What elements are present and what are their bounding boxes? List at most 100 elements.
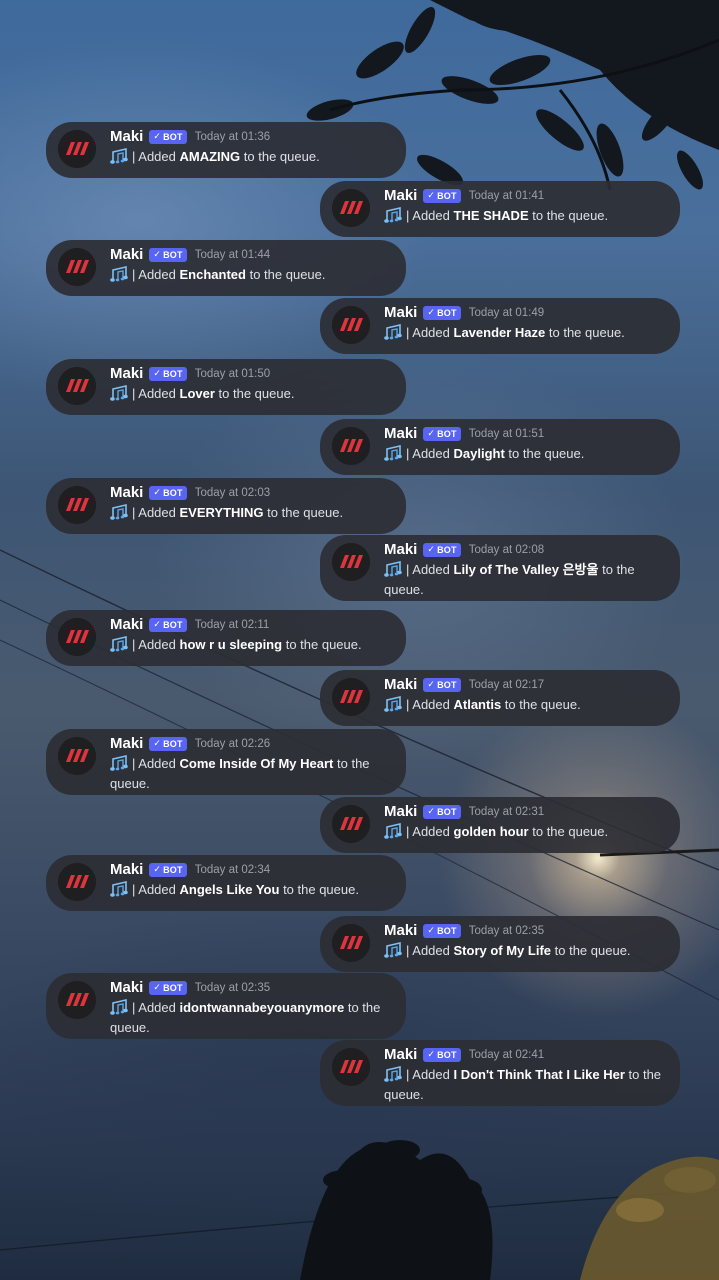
bot-badge-label: BOT (437, 925, 457, 936)
avatar[interactable] (332, 543, 370, 581)
username[interactable]: Maki (384, 676, 417, 693)
maki-logo-icon (58, 618, 96, 656)
avatar[interactable] (332, 427, 370, 465)
chat-message[interactable]: Maki ✓ BOT Today at 02:26 | Added Come Insid… (46, 729, 406, 795)
chat-message[interactable]: Maki ✓ BOT Today at 02:41 | Added I Don't Th… (320, 1040, 680, 1106)
maki-logo-icon (58, 863, 96, 901)
chat-message[interactable]: Maki ✓ BOT Today at 02:03 | Added EVERYTHING… (46, 478, 406, 534)
avatar[interactable] (332, 189, 370, 227)
added-prefix: | Added (132, 756, 176, 771)
song-title: AMAZING (179, 149, 241, 164)
chat-message[interactable]: Maki ✓ BOT Today at 01:44 | Added Enchanted … (46, 240, 406, 296)
username[interactable]: Maki (384, 541, 417, 558)
timestamp: Today at 01:36 (194, 130, 271, 143)
bot-badge: ✓ BOT (149, 485, 187, 500)
chat-message[interactable]: Maki ✓ BOT Today at 02:31 | Added golden hou… (320, 797, 680, 853)
timestamp: Today at 01:51 (468, 427, 545, 440)
avatar[interactable] (332, 678, 370, 716)
bot-badge-label: BOT (163, 619, 183, 630)
username[interactable]: Maki (384, 922, 417, 939)
check-icon: ✓ (153, 982, 162, 992)
username[interactable]: Maki (384, 304, 417, 321)
music-notes-icon (110, 999, 128, 1015)
timestamp: Today at 01:44 (194, 248, 271, 261)
maki-logo-icon (332, 678, 370, 716)
check-icon: ✓ (427, 544, 436, 554)
chat-message[interactable]: Maki ✓ BOT Today at 01:41 | Added THE SHADE … (320, 181, 680, 237)
added-suffix: to the queue. (283, 882, 359, 897)
added-suffix: to the queue. (218, 386, 295, 401)
bot-badge: ✓ BOT (423, 305, 461, 320)
added-prefix: | Added (406, 446, 450, 461)
music-notes-icon (384, 942, 402, 958)
message-header: Maki ✓ BOT Today at 02:34 (110, 861, 270, 878)
chat-message[interactable]: Maki ✓ BOT Today at 02:35 | Added idontwanna… (46, 973, 406, 1039)
message-text: | Added AMAZING to the queue. (110, 147, 392, 167)
avatar[interactable] (58, 618, 96, 656)
avatar[interactable] (58, 367, 96, 405)
bot-badge: ✓ BOT (149, 617, 187, 632)
song-title: Daylight (453, 446, 505, 461)
added-prefix: | Added (132, 1000, 176, 1015)
username[interactable]: Maki (110, 735, 143, 752)
avatar[interactable] (58, 737, 96, 775)
maki-logo-icon (332, 924, 370, 962)
bot-badge: ✓ BOT (423, 426, 461, 441)
added-prefix: | Added (406, 562, 450, 577)
timestamp: Today at 02:35 (194, 981, 271, 994)
message-text: | Added golden hour to the queue. (384, 822, 666, 842)
username[interactable]: Maki (384, 1046, 417, 1063)
avatar[interactable] (58, 248, 96, 286)
chat-message[interactable]: Maki ✓ BOT Today at 01:51 | Added Daylight t… (320, 419, 680, 475)
username[interactable]: Maki (110, 246, 143, 263)
chat-message[interactable]: Maki ✓ BOT Today at 02:17 | Added Atlantis t… (320, 670, 680, 726)
username[interactable]: Maki (110, 484, 143, 501)
chat-message[interactable]: Maki ✓ BOT Today at 02:34 | Added Angels Lik… (46, 855, 406, 911)
check-icon: ✓ (427, 1049, 436, 1059)
added-prefix: | Added (132, 505, 176, 520)
username[interactable]: Maki (384, 803, 417, 820)
check-icon: ✓ (427, 428, 436, 438)
check-icon: ✓ (427, 806, 436, 816)
message-header: Maki ✓ BOT Today at 02:03 (110, 484, 270, 501)
timestamp: Today at 02:11 (194, 618, 270, 631)
music-notes-icon (384, 823, 402, 839)
username[interactable]: Maki (384, 187, 417, 204)
chat-message[interactable]: Maki ✓ BOT Today at 02:35 | Added Story of M… (320, 916, 680, 972)
avatar[interactable] (332, 924, 370, 962)
bot-badge-label: BOT (437, 428, 457, 439)
added-suffix: to the queue. (508, 446, 585, 461)
username[interactable]: Maki (110, 616, 143, 633)
chat-message[interactable]: Maki ✓ BOT Today at 01:49 | Added Lavender H… (320, 298, 680, 354)
maki-logo-icon (58, 130, 96, 168)
message-header: Maki ✓ BOT Today at 02:35 (384, 922, 544, 939)
bot-badge: ✓ BOT (149, 247, 187, 262)
bot-badge-label: BOT (437, 1049, 457, 1060)
message-text: | Added Atlantis to the queue. (384, 695, 666, 715)
timestamp: Today at 02:08 (468, 543, 545, 556)
chat-message[interactable]: Maki ✓ BOT Today at 01:50 | Added Lover to t… (46, 359, 406, 415)
avatar[interactable] (332, 1048, 370, 1086)
message-header: Maki ✓ BOT Today at 02:08 (384, 541, 544, 558)
avatar[interactable] (332, 306, 370, 344)
avatar[interactable] (332, 805, 370, 843)
username[interactable]: Maki (110, 128, 143, 145)
bot-badge: ✓ BOT (149, 736, 187, 751)
music-notes-icon (110, 755, 128, 771)
avatar[interactable] (58, 863, 96, 901)
chat-message[interactable]: Maki ✓ BOT Today at 01:36 | Added AMAZING to… (46, 122, 406, 178)
chat-message[interactable]: Maki ✓ BOT Today at 02:08 | Added Lily of Th… (320, 535, 680, 601)
username[interactable]: Maki (110, 861, 143, 878)
timestamp: Today at 02:31 (468, 805, 545, 818)
username[interactable]: Maki (110, 979, 143, 996)
song-title: Angels Like You (179, 882, 280, 897)
added-prefix: | Added (406, 943, 450, 958)
avatar[interactable] (58, 981, 96, 1019)
username[interactable]: Maki (110, 365, 143, 382)
chat-message[interactable]: Maki ✓ BOT Today at 02:11 | Added how r u sl… (46, 610, 406, 666)
avatar[interactable] (58, 486, 96, 524)
added-suffix: to the queue. (249, 267, 326, 282)
username[interactable]: Maki (384, 425, 417, 442)
music-notes-icon (384, 696, 402, 712)
avatar[interactable] (58, 130, 96, 168)
